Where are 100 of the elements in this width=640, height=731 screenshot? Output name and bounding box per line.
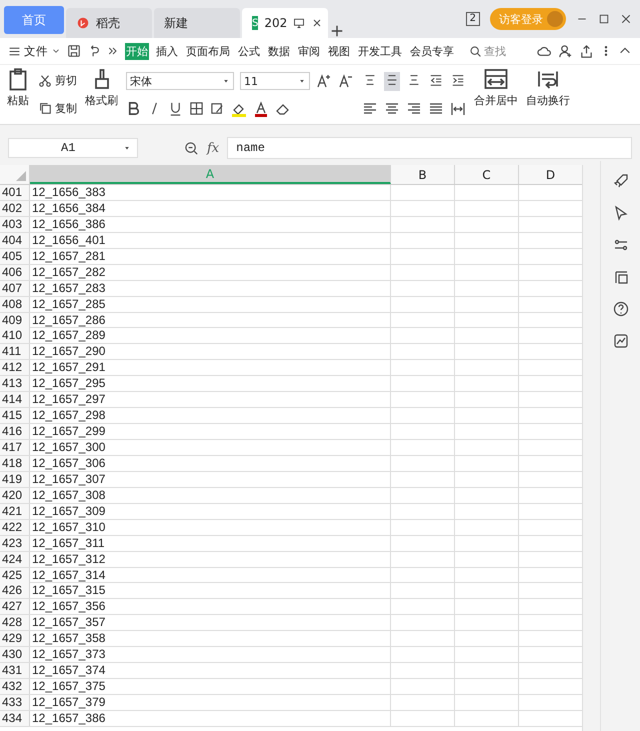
table-cell: 12_1657_299 (30, 424, 391, 440)
table-cell: 12_1657_379 (30, 695, 391, 710)
font-color-icon[interactable] (253, 100, 269, 117)
row-number[interactable]: 405 (0, 248, 30, 264)
zoom-icon[interactable] (184, 140, 199, 156)
row-number[interactable]: 404 (0, 232, 30, 248)
row-number[interactable]: 403 (0, 216, 30, 232)
more-icon[interactable] (107, 45, 119, 57)
row-number[interactable]: 419 (0, 472, 30, 487)
new-tab-icon[interactable] (330, 24, 344, 38)
row-number[interactable]: 433 (0, 695, 30, 710)
row-number[interactable]: 401 (0, 185, 30, 200)
row-number[interactable]: 420 (0, 488, 30, 503)
document-tab[interactable]: 新建 (154, 8, 240, 38)
shrink-font-icon[interactable] (338, 73, 354, 90)
table-cell: 12_1657_290 (30, 344, 391, 360)
ribbon-tab[interactable]: 插入 (155, 42, 179, 60)
ribbon-tab[interactable]: 审阅 (297, 42, 321, 60)
table-cell: 12_1657_373 (30, 647, 391, 662)
format-painter-button[interactable]: 格式刷 (85, 67, 118, 122)
wrap-text-button[interactable]: 自动换行 (526, 67, 570, 122)
table-cell: 12_1656_384 (30, 200, 391, 216)
document-tab[interactable]: 稻壳 (66, 8, 152, 38)
row-number[interactable]: 412 (0, 360, 30, 376)
column-header[interactable]: D (519, 165, 582, 184)
ribbon-tab[interactable]: 视图 (327, 42, 351, 60)
file-menu[interactable]: 文件 (8, 44, 61, 58)
distribute-icon[interactable] (450, 101, 466, 117)
maximize-icon[interactable] (598, 13, 610, 25)
share-icon[interactable] (579, 44, 594, 58)
row-number[interactable]: 429 (0, 631, 30, 646)
save-icon[interactable] (67, 44, 81, 58)
close-icon[interactable] (620, 13, 632, 25)
row-number[interactable]: 416 (0, 424, 30, 440)
close-icon[interactable] (311, 17, 324, 29)
column-header[interactable]: C (455, 165, 519, 184)
row-number[interactable]: 407 (0, 280, 30, 296)
column-header[interactable]: B (391, 165, 455, 184)
row-number[interactable]: 402 (0, 200, 30, 216)
document-tab[interactable]: S 202 (242, 8, 328, 38)
table-cell: 12_1657_306 (30, 456, 391, 471)
sliders-icon[interactable] (612, 237, 628, 253)
align-button[interactable] (384, 72, 400, 91)
row-number[interactable]: 414 (0, 392, 30, 408)
row-number[interactable]: 430 (0, 647, 30, 662)
ribbon-tab[interactable]: 会员专享 (409, 42, 455, 60)
row-number[interactable]: 417 (0, 440, 30, 455)
row-number[interactable]: 413 (0, 376, 30, 392)
monitor-icon (293, 17, 306, 29)
help-icon[interactable] (612, 301, 628, 317)
row-number[interactable]: 423 (0, 536, 30, 551)
row-number[interactable]: 424 (0, 552, 30, 567)
row-number[interactable]: 426 (0, 583, 30, 598)
grow-font-icon[interactable] (316, 73, 332, 90)
row-number[interactable]: 409 (0, 312, 30, 328)
caret-icon (123, 144, 131, 152)
row-number[interactable]: 418 (0, 456, 30, 471)
underline-icon[interactable] (168, 101, 183, 116)
row-number[interactable]: 425 (0, 568, 30, 582)
row-number[interactable]: 411 (0, 344, 30, 360)
align-icon (407, 73, 421, 87)
font-family-select[interactable]: 宋体 (126, 72, 234, 90)
pointer-icon[interactable] (612, 205, 628, 221)
align-icon (363, 73, 377, 87)
row-number[interactable]: 434 (0, 710, 30, 726)
cell-style-icon[interactable] (210, 101, 225, 116)
function-icon[interactable]: fx (207, 140, 220, 156)
row-number[interactable]: 432 (0, 679, 30, 694)
bold-icon[interactable] (126, 101, 141, 116)
table-cell: 12_1657_356 (30, 599, 391, 614)
ribbon-tab[interactable]: 公式 (237, 42, 261, 60)
ribbon-tab[interactable]: 数据 (267, 42, 291, 60)
borders-icon[interactable] (189, 101, 204, 116)
frame-icon[interactable] (612, 269, 628, 285)
merge-center-button[interactable]: 合并居中 (474, 67, 518, 122)
row-number[interactable]: 427 (0, 599, 30, 614)
formula-input[interactable]: name (227, 137, 632, 159)
add-user-icon[interactable] (558, 44, 573, 58)
cut-button[interactable]: 剪切 (38, 73, 77, 88)
copy-button[interactable]: 复制 (38, 100, 77, 116)
row-number[interactable]: 410 (0, 328, 30, 344)
table-cell: 12_1657_308 (30, 488, 391, 503)
window-count-badge[interactable]: 2 (466, 12, 480, 26)
chart-card-icon[interactable] (612, 333, 628, 349)
row-number[interactable]: 431 (0, 663, 30, 678)
row-number[interactable]: 415 (0, 408, 30, 424)
table-cell: 12_1656_386 (30, 216, 391, 232)
row-number[interactable]: 422 (0, 520, 30, 535)
font-size-select[interactable]: 11 (240, 72, 310, 90)
paste-button[interactable]: 粘贴 (6, 67, 30, 122)
row-number[interactable]: 421 (0, 504, 30, 519)
name-box[interactable]: A1 (8, 138, 138, 158)
ribbon-tab[interactable]: 开发工具 (357, 42, 403, 60)
row-number[interactable]: 406 (0, 264, 30, 280)
row-number[interactable]: 408 (0, 296, 30, 312)
row-number[interactable]: 428 (0, 615, 30, 630)
rocket-icon[interactable] (612, 173, 628, 189)
search-field[interactable]: 查找 (469, 44, 506, 58)
align-icon (385, 73, 399, 87)
ribbon-tab[interactable]: 页面布局 (185, 42, 231, 60)
